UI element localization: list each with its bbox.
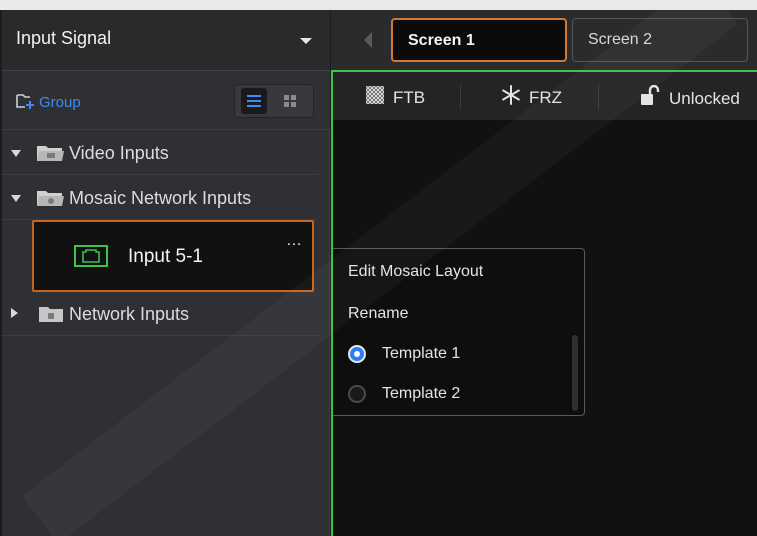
grid-view-button[interactable] [277,88,303,114]
template-label: Template 2 [382,385,461,402]
screen-tabbar: Screen 1 Screen 2 [331,10,757,70]
folder-icon [36,143,66,168]
tree-group-network-inputs[interactable]: Network Inputs [2,292,318,336]
grid-icon [284,95,296,107]
radio-selected-icon[interactable] [348,345,366,363]
tree-group-video-inputs[interactable]: Video Inputs [2,131,318,175]
list-view-button[interactable] [241,88,267,114]
ftb-button[interactable]: FTB [365,85,425,110]
divider [598,84,599,110]
screen-canvas[interactable]: FTB FRZ Unlocked Edit Mosaic Layout Rena… [331,70,757,536]
tree-label: Network Inputs [69,304,190,324]
panel-title: Input Signal [16,28,112,48]
view-toggle [234,84,314,118]
list-icon [247,95,261,107]
input-signal-dropdown[interactable]: Input Signal [2,10,330,71]
context-menu: Edit Mosaic Layout Rename Template 1 Tem… [333,248,585,416]
app-window: Input Signal Group Video Inputs Mosaic N… [0,0,757,536]
group-button-label: Group [39,93,81,111]
expand-caret-icon[interactable] [11,195,21,202]
menu-item-edit-mosaic-layout[interactable]: Edit Mosaic Layout [348,263,483,281]
screen-controls: FTB FRZ Unlocked [333,72,757,120]
template-label: Template 1 [382,345,461,362]
panel-toolbar: Group [2,72,330,130]
window-top-strip [0,0,757,10]
divider [460,84,461,110]
tab-screen-1[interactable]: Screen 1 [391,18,567,62]
menu-item-template-2[interactable]: Template 2 [348,385,460,403]
menu-item-rename[interactable]: Rename [348,305,408,323]
input-port-icon [74,245,108,272]
expand-caret-icon[interactable] [11,150,21,157]
radio-unselected-icon[interactable] [348,385,366,403]
chevron-down-icon [300,38,312,44]
tab-screen-2[interactable]: Screen 2 [572,18,748,62]
collapse-caret-icon[interactable] [11,308,18,318]
menu-item-template-1[interactable]: Template 1 [348,345,460,363]
ftb-icon [365,85,385,110]
folder-icon [36,304,66,329]
more-options-icon[interactable]: … [286,233,303,249]
add-group-button[interactable]: Group [16,90,81,114]
screen-panel: Screen 1 Screen 2 FTB FRZ Unlocked Edit … [331,10,757,536]
lock-label: Unlocked [669,88,740,108]
input-item-selected[interactable]: Input 5-1 … [32,220,314,292]
frz-button[interactable]: FRZ [501,85,562,110]
tree-label: Mosaic Network Inputs [69,188,252,208]
input-signal-panel: Input Signal Group Video Inputs Mosaic N… [2,10,330,536]
folder-icon [36,188,66,213]
add-folder-icon [16,91,36,114]
tree-group-mosaic-network-inputs[interactable]: Mosaic Network Inputs [2,176,318,220]
tab-scroll-left-icon[interactable] [364,32,372,48]
frz-label: FRZ [529,87,563,107]
unlock-icon [639,84,661,112]
tree-label: Video Inputs [69,143,169,163]
menu-scrollbar[interactable] [572,335,578,411]
snowflake-icon [501,85,521,110]
lock-toggle-button[interactable]: Unlocked [639,84,740,112]
ftb-label: FTB [393,87,426,107]
input-label: Input 5-1 [128,246,203,267]
